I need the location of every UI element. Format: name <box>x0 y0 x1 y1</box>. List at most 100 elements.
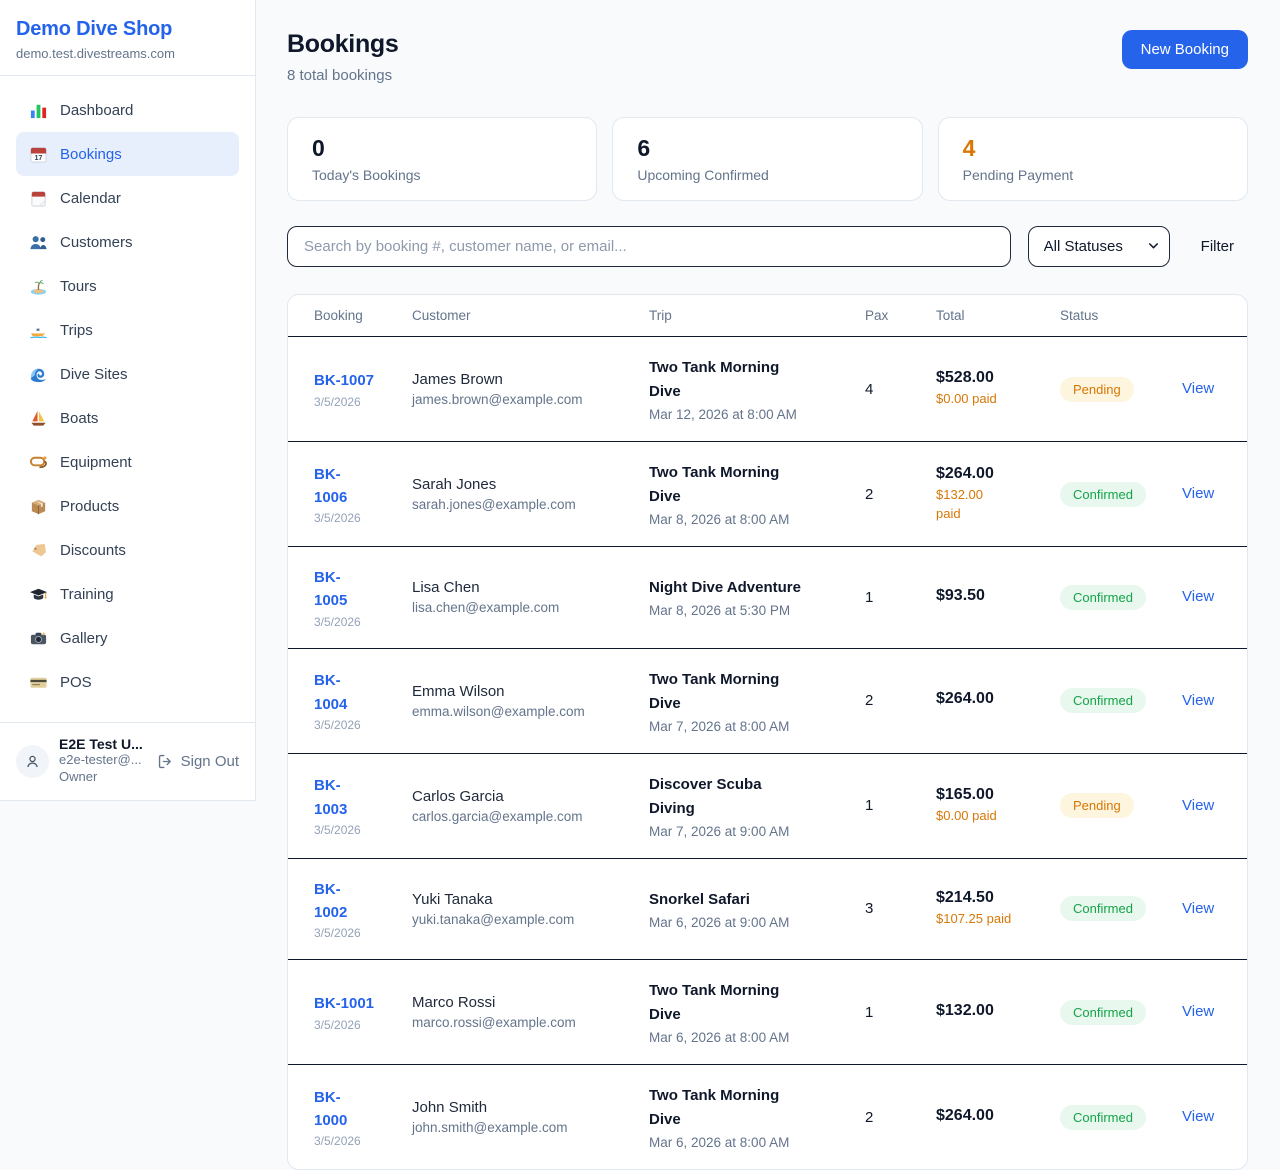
svg-text:17: 17 <box>35 154 43 162</box>
bookings-table: Booking Customer Trip Pax Total Status B… <box>288 295 1247 1169</box>
sign-out-label: Sign Out <box>181 753 239 770</box>
pax-count: 2 <box>853 648 924 753</box>
stat-card-pending-payment: 4 Pending Payment <box>938 117 1248 201</box>
pax-count: 1 <box>853 753 924 858</box>
view-link[interactable]: View <box>1182 1108 1214 1125</box>
sidebar-item-dive-sites[interactable]: Dive Sites <box>16 352 239 396</box>
col-header-actions <box>1170 295 1247 337</box>
sidebar-item-calendar[interactable]: Calendar <box>16 176 239 220</box>
user-info: E2E Test U... e2e-tester@... Owner <box>59 736 147 786</box>
sidebar-item-equipment[interactable]: Equipment <box>16 440 239 484</box>
view-link[interactable]: View <box>1182 692 1214 709</box>
sign-out-button[interactable]: Sign Out <box>157 753 239 770</box>
sidebar-item-label: Equipment <box>60 454 132 471</box>
booking-date: 3/5/2026 <box>314 823 388 837</box>
grad-cap-icon <box>29 585 48 604</box>
booking-id-link[interactable]: BK- 1004 <box>314 669 347 716</box>
pax-count: 4 <box>853 337 924 442</box>
booking-date: 3/5/2026 <box>314 395 388 409</box>
sidebar-item-pos[interactable]: POS <box>16 660 239 704</box>
sign-out-icon <box>157 753 174 770</box>
filter-button[interactable]: Filter <box>1187 238 1248 255</box>
trip-name: Two Tank Morning Dive <box>649 668 841 716</box>
booking-id-link[interactable]: BK- 1006 <box>314 463 347 510</box>
status-badge: Pending <box>1060 377 1134 402</box>
trip-name: Two Tank Morning Dive <box>649 1084 841 1132</box>
sidebar-item-label: Customers <box>60 234 133 251</box>
status-select[interactable]: All Statuses <box>1028 226 1170 267</box>
sidebar-item-bookings[interactable]: 17 Bookings <box>16 132 239 176</box>
sidebar-item-products[interactable]: Products <box>16 484 239 528</box>
status-badge: Confirmed <box>1060 482 1146 507</box>
dive-mask-icon <box>29 453 48 472</box>
trip-name: Two Tank Morning Dive <box>649 979 841 1027</box>
paid-amount: $107.25 paid <box>936 910 1036 928</box>
sidebar-item-trips[interactable]: Trips <box>16 308 239 352</box>
sidebar-item-dashboard[interactable]: Dashboard <box>16 88 239 132</box>
sidebar-item-label: Trips <box>60 322 93 339</box>
booking-id-link[interactable]: BK- 1000 <box>314 1086 347 1133</box>
customer-name: James Brown <box>412 371 625 388</box>
status-badge: Confirmed <box>1060 585 1146 610</box>
total-amount: $528.00 <box>936 369 1036 387</box>
status-badge: Confirmed <box>1060 896 1146 921</box>
booking-id-link[interactable]: BK-1001 <box>314 992 374 1015</box>
view-link[interactable]: View <box>1182 797 1214 814</box>
sidebar-item-customers[interactable]: Customers <box>16 220 239 264</box>
trip-date: Mar 6, 2026 at 8:00 AM <box>649 1030 841 1045</box>
customer-email: lisa.chen@example.com <box>412 600 625 615</box>
credit-card-icon <box>29 673 48 692</box>
col-header-total: Total <box>924 295 1048 337</box>
booking-date: 3/5/2026 <box>314 511 388 525</box>
brand-name: Demo Dive Shop <box>16 18 239 41</box>
customer-name: Emma Wilson <box>412 683 625 700</box>
trip-date: Mar 12, 2026 at 8:00 AM <box>649 407 841 422</box>
col-header-trip: Trip <box>637 295 853 337</box>
booking-id-link[interactable]: BK- 1003 <box>314 774 347 821</box>
brand-subdomain: demo.test.divestreams.com <box>16 46 239 61</box>
table-row: BK- 10023/5/2026 Yuki Tanakayuki.tanaka@… <box>288 858 1247 960</box>
stat-card-upcoming-confirmed: 6 Upcoming Confirmed <box>612 117 922 201</box>
booking-id-link[interactable]: BK-1007 <box>314 369 374 392</box>
trip-name: Discover Scuba Diving <box>649 773 841 821</box>
col-header-pax: Pax <box>853 295 924 337</box>
tag-icon <box>29 541 48 560</box>
view-link[interactable]: View <box>1182 588 1214 605</box>
new-booking-button[interactable]: New Booking <box>1122 30 1248 69</box>
col-header-status: Status <box>1048 295 1170 337</box>
sailboat-icon <box>29 409 48 428</box>
people-icon <box>29 233 48 252</box>
island-icon <box>29 277 48 296</box>
booking-id-link[interactable]: BK- 1005 <box>314 566 347 613</box>
stat-value: 4 <box>963 135 1223 162</box>
view-link[interactable]: View <box>1182 380 1214 397</box>
trip-date: Mar 7, 2026 at 9:00 AM <box>649 824 841 839</box>
sidebar-item-tours[interactable]: Tours <box>16 264 239 308</box>
total-amount: $264.00 <box>936 1107 1036 1125</box>
sidebar-item-label: Calendar <box>60 190 121 207</box>
sidebar-item-training[interactable]: Training <box>16 572 239 616</box>
total-amount: $93.50 <box>936 587 1036 605</box>
trip-date: Mar 7, 2026 at 8:00 AM <box>649 719 841 734</box>
view-link[interactable]: View <box>1182 485 1214 502</box>
pax-count: 1 <box>853 960 924 1065</box>
user-email: e2e-tester@... <box>59 752 147 769</box>
sidebar-item-boats[interactable]: Boats <box>16 396 239 440</box>
search-input[interactable] <box>287 226 1011 267</box>
total-amount: $264.00 <box>936 465 1036 483</box>
view-link[interactable]: View <box>1182 1003 1214 1020</box>
sidebar-nav: Dashboard 17 Bookings Calendar Customers… <box>0 76 255 722</box>
page: Demo Dive Shop demo.test.divestreams.com… <box>0 0 1280 1162</box>
stat-label: Pending Payment <box>963 167 1223 183</box>
sidebar-item-gallery[interactable]: Gallery <box>16 616 239 660</box>
customer-name: Lisa Chen <box>412 579 625 596</box>
sidebar-item-label: Dive Sites <box>60 366 128 383</box>
table-row: BK- 10003/5/2026 John Smithjohn.smith@ex… <box>288 1065 1247 1170</box>
total-amount: $264.00 <box>936 690 1036 708</box>
table-row: BK- 10053/5/2026 Lisa Chenlisa.chen@exam… <box>288 547 1247 649</box>
sidebar-item-label: Bookings <box>60 146 122 163</box>
view-link[interactable]: View <box>1182 900 1214 917</box>
booking-id-link[interactable]: BK- 1002 <box>314 878 347 925</box>
sidebar-item-discounts[interactable]: Discounts <box>16 528 239 572</box>
sidebar-item-label: Tours <box>60 278 97 295</box>
